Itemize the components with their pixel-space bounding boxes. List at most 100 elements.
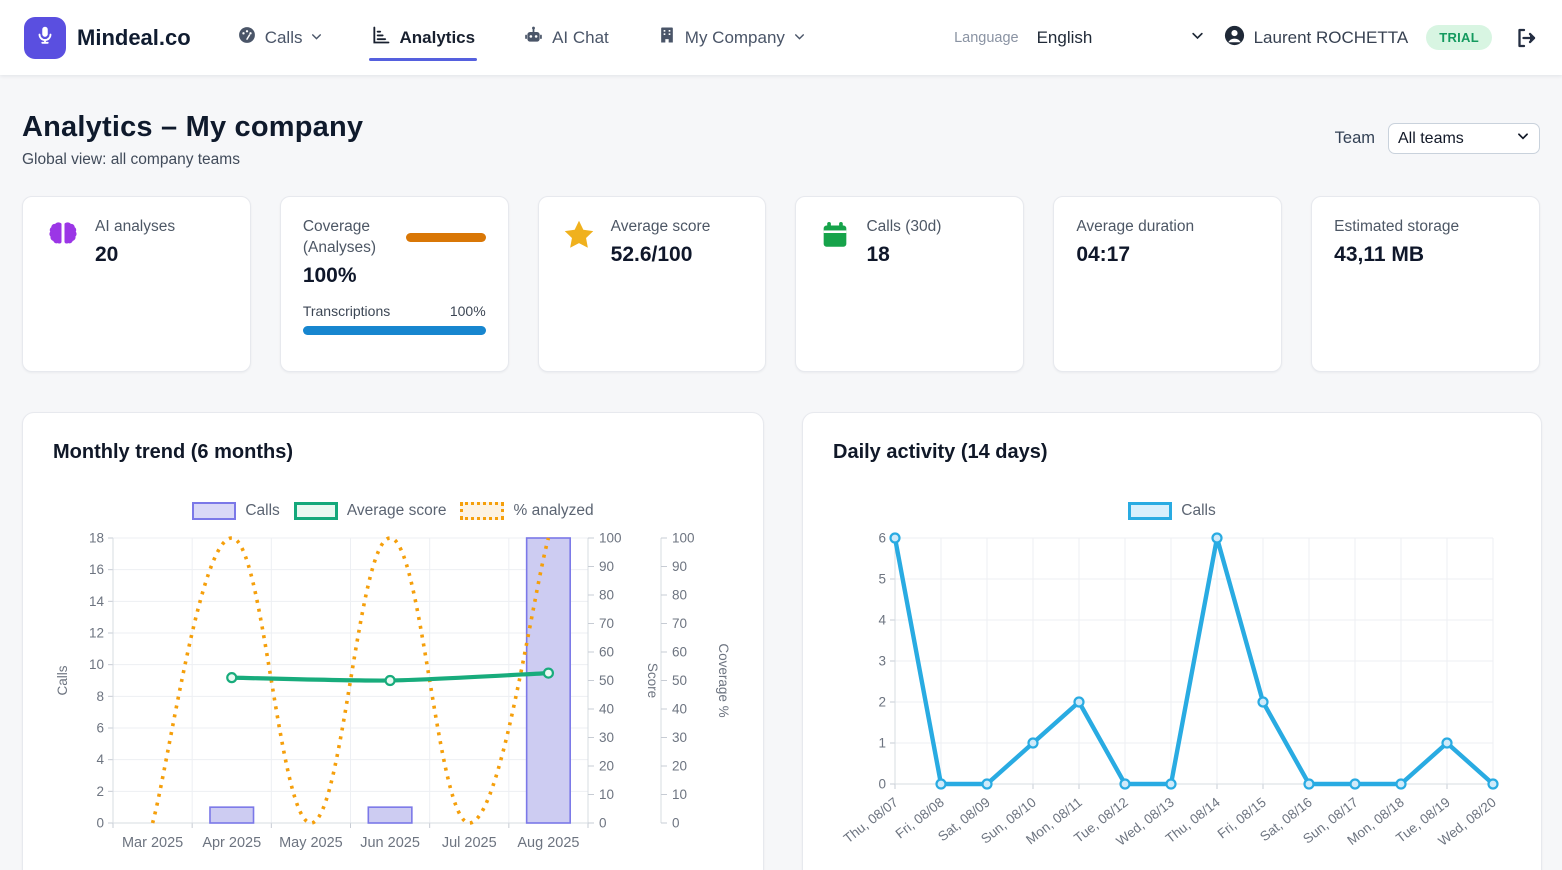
- svg-text:4: 4: [878, 613, 886, 628]
- navbar-right: Language English Laurent ROCHETTA TRIAL: [954, 24, 1538, 52]
- svg-text:30: 30: [672, 730, 687, 745]
- nav-item-ai-chat[interactable]: AI Chat: [523, 1, 609, 75]
- svg-text:60: 60: [672, 645, 687, 660]
- transcriptions-bar: [303, 326, 486, 335]
- calendar-icon: [818, 217, 852, 256]
- language-value: English: [1037, 28, 1093, 48]
- stat-card-calls-30d: Calls (30d) 18: [795, 196, 1024, 372]
- navbar: Mindeal.co Calls Analytics: [0, 0, 1562, 75]
- robot-icon: [523, 25, 544, 51]
- nav-item-analytics[interactable]: Analytics: [371, 1, 475, 74]
- daily-calls-swatch: [1128, 502, 1172, 520]
- svg-text:4: 4: [96, 752, 104, 767]
- stat-label: Average score: [611, 217, 711, 238]
- charts-grid: Monthly trend (6 months) Calls Average s…: [22, 412, 1540, 870]
- team-label: Team: [1335, 129, 1375, 148]
- svg-text:14: 14: [89, 594, 105, 609]
- user-menu[interactable]: Laurent ROCHETTA: [1223, 24, 1409, 52]
- building-icon: [657, 25, 677, 50]
- chevron-down-icon: [310, 28, 323, 48]
- transcriptions-value: 100%: [450, 303, 486, 319]
- brand-name[interactable]: Mindeal.co: [77, 25, 191, 51]
- svg-text:50: 50: [672, 673, 687, 688]
- language-label: Language: [954, 30, 1019, 46]
- svg-text:0: 0: [599, 816, 607, 831]
- month-labels: Mar 2025Apr 2025May 2025Jun 2025Jul 2025…: [122, 835, 580, 851]
- coverage-axis: 0102030405060708090100Coverage %: [661, 531, 731, 831]
- dial-icon: [237, 25, 257, 50]
- stat-value: 52.6/100: [611, 243, 711, 267]
- chevron-down-icon: [1190, 28, 1205, 48]
- daily-activity-card: Daily activity (14 days) Calls 0123456Th…: [802, 412, 1542, 870]
- stat-value: 04:17: [1076, 243, 1259, 267]
- nav-label: Calls: [265, 28, 303, 48]
- stat-value: 43,11 MB: [1334, 243, 1517, 267]
- monthly-chart-legend: Calls Average score % analyzed: [53, 502, 733, 520]
- svg-text:6: 6: [878, 531, 886, 546]
- svg-text:May 2025: May 2025: [279, 835, 343, 851]
- svg-text:90: 90: [599, 559, 614, 574]
- svg-text:Apr 2025: Apr 2025: [202, 835, 261, 851]
- daily-chart-title: Daily activity (14 days): [833, 441, 1511, 464]
- language-select[interactable]: English: [1037, 28, 1205, 48]
- team-select[interactable]: All teams: [1388, 123, 1540, 154]
- app-logo[interactable]: [24, 17, 66, 59]
- stat-value: 18: [866, 243, 941, 267]
- svg-text:10: 10: [672, 787, 687, 802]
- bar-chart-icon: [371, 25, 391, 50]
- stat-label: Coverage (Analyses): [303, 217, 396, 259]
- legend-item-calls[interactable]: Calls: [192, 502, 279, 520]
- svg-text:8: 8: [96, 689, 104, 704]
- nav-label: My Company: [685, 28, 785, 48]
- user-circle-icon: [1223, 24, 1246, 52]
- svg-text:70: 70: [599, 616, 614, 631]
- svg-text:18: 18: [89, 531, 104, 546]
- svg-text:100: 100: [672, 531, 695, 546]
- svg-text:80: 80: [672, 588, 687, 603]
- svg-text:1: 1: [878, 736, 886, 751]
- svg-text:6: 6: [96, 721, 104, 736]
- daily-activity-chart: 0123456Thu, 08/07Fri, 08/08Sat, 08/09Sun…: [833, 530, 1513, 870]
- svg-text:16: 16: [89, 562, 104, 577]
- nav-item-my-company[interactable]: My Company: [657, 1, 806, 74]
- svg-text:Jun 2025: Jun 2025: [360, 835, 420, 851]
- stat-label: Average duration: [1076, 217, 1259, 238]
- monthly-trend-chart: 0246810121416180102030405060708090100Sco…: [53, 530, 735, 870]
- stat-card-average-score: Average score 52.6/100: [538, 196, 767, 372]
- svg-text:40: 40: [599, 702, 614, 717]
- legend-item-pct-analyzed[interactable]: % analyzed: [460, 502, 593, 520]
- stats-grid: AI analyses 20 Coverage (Analyses) 100% …: [22, 196, 1540, 372]
- page-subtitle: Global view: all company teams: [22, 151, 363, 169]
- chevron-down-icon: [1516, 129, 1530, 148]
- svg-text:Thu, 08/07: Thu, 08/07: [841, 795, 901, 847]
- calls-swatch: [192, 502, 236, 520]
- svg-text:40: 40: [672, 702, 687, 717]
- pct-analyzed-swatch: [460, 502, 504, 520]
- svg-text:20: 20: [599, 759, 614, 774]
- svg-text:90: 90: [672, 559, 687, 574]
- svg-text:20: 20: [672, 759, 687, 774]
- stat-value: 20: [95, 243, 175, 267]
- score-axis: 0102030405060708090100Score: [588, 531, 660, 831]
- svg-text:10: 10: [89, 657, 104, 672]
- legend-item-daily-calls[interactable]: Calls: [1128, 502, 1215, 520]
- team-value: All teams: [1398, 130, 1464, 148]
- nav-label: Analytics: [399, 28, 475, 48]
- day-labels: Thu, 08/07Fri, 08/08Sat, 08/09Sun, 08/10…: [841, 794, 1499, 848]
- legend-item-average-score[interactable]: Average score: [294, 502, 447, 520]
- svg-text:50: 50: [599, 673, 614, 688]
- stat-label: Calls (30d): [866, 217, 941, 238]
- page-header: Analytics – My company Global view: all …: [0, 75, 1562, 169]
- svg-text:30: 30: [599, 730, 614, 745]
- svg-text:0: 0: [878, 777, 886, 792]
- svg-text:Mar 2025: Mar 2025: [122, 835, 183, 851]
- brain-icon: [45, 217, 81, 258]
- legend-label: Calls: [1181, 502, 1215, 520]
- user-name: Laurent ROCHETTA: [1254, 28, 1409, 48]
- nav-item-calls[interactable]: Calls: [237, 1, 324, 74]
- logout-button[interactable]: [1514, 26, 1538, 50]
- svg-text:3: 3: [878, 654, 886, 669]
- stat-card-average-duration: Average duration 04:17: [1053, 196, 1282, 372]
- star-icon: [561, 217, 597, 258]
- legend-label: Calls: [245, 502, 279, 520]
